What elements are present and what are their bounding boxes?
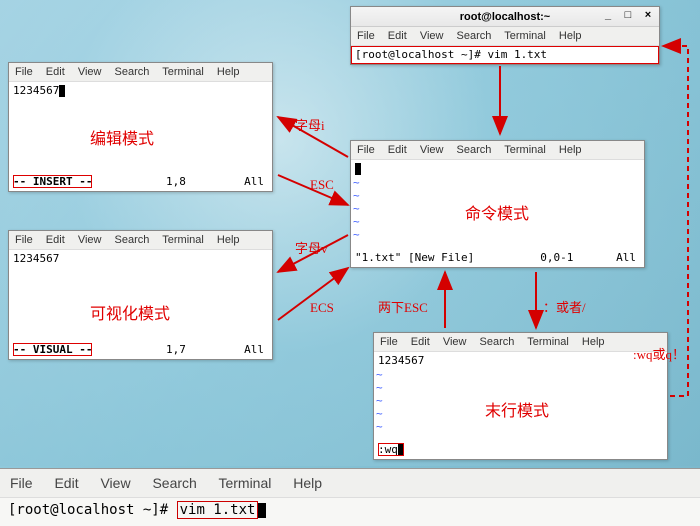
menu-file[interactable]: File	[380, 336, 398, 348]
window-title: root@localhost:~	[460, 11, 550, 23]
menu-help[interactable]: Help	[293, 475, 322, 491]
menu-search[interactable]: Search	[115, 66, 150, 78]
label-wq-q: :wq或q！	[633, 344, 685, 363]
menu-help[interactable]: Help	[559, 144, 582, 156]
titlebar[interactable]: root@localhost:~ _ □ ×	[351, 7, 659, 27]
menu-terminal[interactable]: Terminal	[162, 234, 204, 246]
menu-search[interactable]: Search	[457, 144, 492, 156]
status-position: 0,0-1	[540, 251, 573, 264]
terminal-bottom: File Edit View Search Terminal Help [roo…	[0, 468, 700, 526]
menu-edit[interactable]: Edit	[46, 66, 65, 78]
menu-view[interactable]: View	[100, 475, 130, 491]
status-file: "1.txt" [New File]	[355, 251, 474, 264]
menu-help[interactable]: Help	[559, 30, 582, 42]
tilde-column: ~~~~~	[376, 368, 383, 433]
tilde-column: ~~~~~	[353, 176, 360, 241]
label-lastline-mode: 末行模式	[485, 397, 549, 421]
buffer-content: 1234567	[378, 354, 424, 367]
menu-file[interactable]: File	[10, 475, 33, 491]
menubar: File Edit View Search Terminal Help	[351, 27, 659, 46]
status-mode: -- INSERT --	[13, 175, 92, 188]
menu-edit[interactable]: Edit	[388, 30, 407, 42]
status-scroll: All	[244, 343, 264, 356]
prompt-text: [root@localhost ~]# vim 1.txt	[355, 48, 547, 61]
label-insert-mode: 编辑模式	[90, 125, 154, 149]
menubar: File Edit View Search Terminal Help	[9, 63, 272, 82]
menu-edit[interactable]: Edit	[388, 144, 407, 156]
close-icon[interactable]: ×	[641, 9, 655, 21]
menu-search[interactable]: Search	[152, 475, 196, 491]
status-scroll: All	[616, 251, 636, 264]
buffer-content: 1234567	[13, 84, 59, 97]
menu-file[interactable]: File	[357, 144, 375, 156]
cursor	[398, 444, 404, 456]
ex-command: :wq	[378, 443, 404, 456]
menu-view[interactable]: View	[78, 234, 102, 246]
menu-file[interactable]: File	[357, 30, 375, 42]
menu-file[interactable]: File	[15, 66, 33, 78]
label-letter-i: 字母i	[295, 115, 325, 134]
menu-search[interactable]: Search	[115, 234, 150, 246]
status-scroll: All	[244, 175, 264, 188]
command-text: vim 1.txt	[180, 502, 256, 518]
menu-view[interactable]: View	[420, 30, 444, 42]
label-ecs: ECS	[310, 300, 334, 316]
menu-search[interactable]: Search	[457, 30, 492, 42]
menubar: File Edit View Search Terminal Help	[374, 333, 667, 352]
prompt: [root@localhost ~]#	[8, 502, 168, 518]
menu-terminal[interactable]: Terminal	[162, 66, 204, 78]
menu-help[interactable]: Help	[582, 336, 605, 348]
menu-edit[interactable]: Edit	[54, 475, 78, 491]
minimize-icon[interactable]: _	[601, 9, 615, 21]
menu-view[interactable]: View	[443, 336, 467, 348]
terminal-visual-mode: File Edit View Search Terminal Help 1234…	[8, 230, 273, 360]
maximize-icon[interactable]: □	[621, 9, 635, 21]
terminal-prompt-line[interactable]: [root@localhost ~]# vim 1.txt	[0, 498, 700, 522]
menu-help[interactable]: Help	[217, 234, 240, 246]
menu-view[interactable]: View	[420, 144, 444, 156]
cursor	[355, 163, 361, 175]
status-position: 1,8	[166, 175, 186, 188]
menu-terminal[interactable]: Terminal	[218, 475, 271, 491]
menu-file[interactable]: File	[15, 234, 33, 246]
menu-terminal[interactable]: Terminal	[504, 144, 546, 156]
label-esc: ESC	[310, 177, 334, 193]
buffer-content: 1234567	[13, 252, 59, 265]
cursor	[258, 503, 266, 518]
status-position: 1,7	[166, 343, 186, 356]
label-visual-mode: 可视化模式	[90, 300, 170, 324]
label-colon-slash: ：或者/	[543, 297, 586, 316]
cursor	[59, 85, 65, 97]
label-command-mode: 命令模式	[465, 200, 529, 224]
menu-search[interactable]: Search	[480, 336, 515, 348]
terminal-top: root@localhost:~ _ □ × File Edit View Se…	[350, 6, 660, 65]
terminal-lastline-mode: File Edit View Search Terminal Help 1234…	[373, 332, 668, 460]
menu-edit[interactable]: Edit	[46, 234, 65, 246]
label-double-esc: 两下ESC	[378, 297, 428, 316]
menu-terminal[interactable]: Terminal	[527, 336, 569, 348]
label-letter-v: 字母v	[295, 238, 328, 257]
menu-edit[interactable]: Edit	[411, 336, 430, 348]
terminal-prompt-line[interactable]: [root@localhost ~]# vim 1.txt	[351, 46, 659, 64]
menu-terminal[interactable]: Terminal	[504, 30, 546, 42]
menubar: File Edit View Search Terminal Help	[351, 141, 644, 160]
menubar: File Edit View Search Terminal Help	[0, 469, 700, 498]
menu-view[interactable]: View	[78, 66, 102, 78]
menubar: File Edit View Search Terminal Help	[9, 231, 272, 250]
status-mode: -- VISUAL --	[13, 343, 92, 356]
menu-help[interactable]: Help	[217, 66, 240, 78]
